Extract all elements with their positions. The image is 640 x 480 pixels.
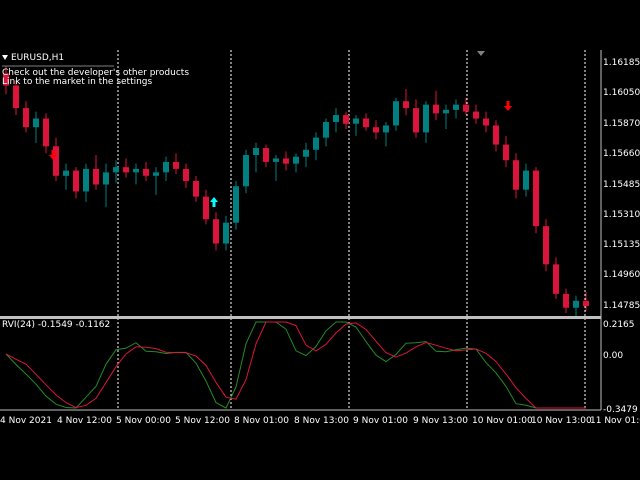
time-label: 5 Nov 12:00 bbox=[175, 416, 230, 426]
time-label: 9 Nov 01:00 bbox=[353, 416, 408, 426]
candle-body bbox=[23, 108, 29, 128]
candle-body bbox=[73, 170, 79, 192]
candle-body bbox=[333, 115, 339, 123]
candle-body bbox=[173, 161, 179, 169]
candle-body bbox=[543, 226, 549, 265]
candle-body bbox=[293, 156, 299, 164]
candle-body bbox=[453, 104, 459, 110]
candle-body bbox=[13, 85, 19, 109]
candle-body bbox=[403, 101, 409, 109]
time-label: 4 Nov 12:00 bbox=[57, 416, 112, 426]
pane-separator[interactable] bbox=[0, 316, 601, 319]
candle-body bbox=[133, 168, 139, 173]
candle-body bbox=[553, 264, 559, 294]
candle-body bbox=[123, 167, 129, 173]
candle-body bbox=[43, 118, 49, 147]
notice-line-2: Link to the market in the settings bbox=[2, 77, 153, 87]
time-label: 8 Nov 13:00 bbox=[294, 416, 349, 426]
dropdown-triangle-icon[interactable] bbox=[2, 55, 8, 60]
time-label: 11 Nov 01:00 bbox=[590, 416, 640, 426]
symbol-label: EURUSD,H1 bbox=[11, 53, 65, 63]
candle-body bbox=[353, 118, 359, 124]
candle-body bbox=[233, 186, 239, 223]
price-label: 1.15870 bbox=[603, 119, 640, 129]
time-label: 9 Nov 13:00 bbox=[413, 416, 468, 426]
candle-body bbox=[503, 144, 509, 161]
candle-body bbox=[583, 300, 589, 306]
candle-body bbox=[93, 168, 99, 185]
candle-body bbox=[443, 109, 449, 114]
candle-body bbox=[163, 161, 169, 173]
candle-body bbox=[143, 168, 149, 176]
candle-body bbox=[383, 125, 389, 133]
time-label: 8 Nov 01:00 bbox=[234, 416, 289, 426]
candle-body bbox=[103, 172, 109, 185]
price-label: 1.14785 bbox=[603, 301, 640, 311]
price-label: 1.15310 bbox=[603, 210, 640, 220]
time-label: 10 Nov 13:00 bbox=[531, 416, 592, 426]
candle-body bbox=[33, 118, 39, 128]
time-label: 10 Nov 01:00 bbox=[472, 416, 533, 426]
candle-body bbox=[243, 154, 249, 187]
candle-body bbox=[193, 181, 199, 197]
price-label: 1.15135 bbox=[603, 240, 640, 250]
candle-body bbox=[423, 104, 429, 133]
time-label: 4 Nov 2021 bbox=[0, 416, 52, 426]
candle-body bbox=[393, 101, 399, 126]
candle-body bbox=[183, 168, 189, 182]
candle-body bbox=[213, 219, 219, 244]
candle-body bbox=[363, 118, 369, 128]
candle-body bbox=[343, 115, 349, 124]
candle-body bbox=[533, 170, 539, 227]
price-label: 1.16185 bbox=[603, 58, 640, 68]
candle-body bbox=[483, 118, 489, 126]
candle-body bbox=[283, 158, 289, 164]
rvi-axis-label: 0.2165 bbox=[603, 320, 635, 330]
candle-body bbox=[113, 167, 119, 173]
candle-body bbox=[223, 222, 229, 244]
candle-body bbox=[153, 172, 159, 176]
price-label: 1.14960 bbox=[603, 270, 640, 280]
candle-body bbox=[263, 148, 269, 162]
symbol-header[interactable]: EURUSD,H1 bbox=[2, 53, 64, 64]
candle-body bbox=[373, 127, 379, 133]
candle-body bbox=[433, 104, 439, 114]
rvi-axis-label: 0.00 bbox=[603, 351, 624, 361]
candle-body bbox=[313, 137, 319, 150]
candle-body bbox=[253, 148, 259, 155]
candle-body bbox=[413, 108, 419, 133]
candle-body bbox=[573, 300, 579, 308]
candle-body bbox=[493, 125, 499, 145]
candle-body bbox=[83, 168, 89, 192]
price-label: 1.15485 bbox=[603, 180, 640, 190]
rvi-axis-label: -0.3479 bbox=[603, 405, 638, 415]
candle-body bbox=[523, 170, 529, 190]
candle-body bbox=[473, 111, 479, 119]
price-label: 1.15660 bbox=[603, 149, 640, 159]
candle-body bbox=[303, 149, 309, 157]
price-label: 1.16050 bbox=[603, 88, 640, 98]
candle-body bbox=[323, 122, 329, 138]
rvi-indicator-label: RVI(24) -0.1549 -0.1162 bbox=[2, 320, 111, 330]
candle-body bbox=[513, 160, 519, 190]
candle-body bbox=[203, 196, 209, 220]
candle-body bbox=[463, 104, 469, 112]
time-label: 5 Nov 00:00 bbox=[116, 416, 171, 426]
candle-body bbox=[273, 158, 279, 162]
candle-body bbox=[563, 293, 569, 308]
candle-body bbox=[63, 170, 69, 176]
